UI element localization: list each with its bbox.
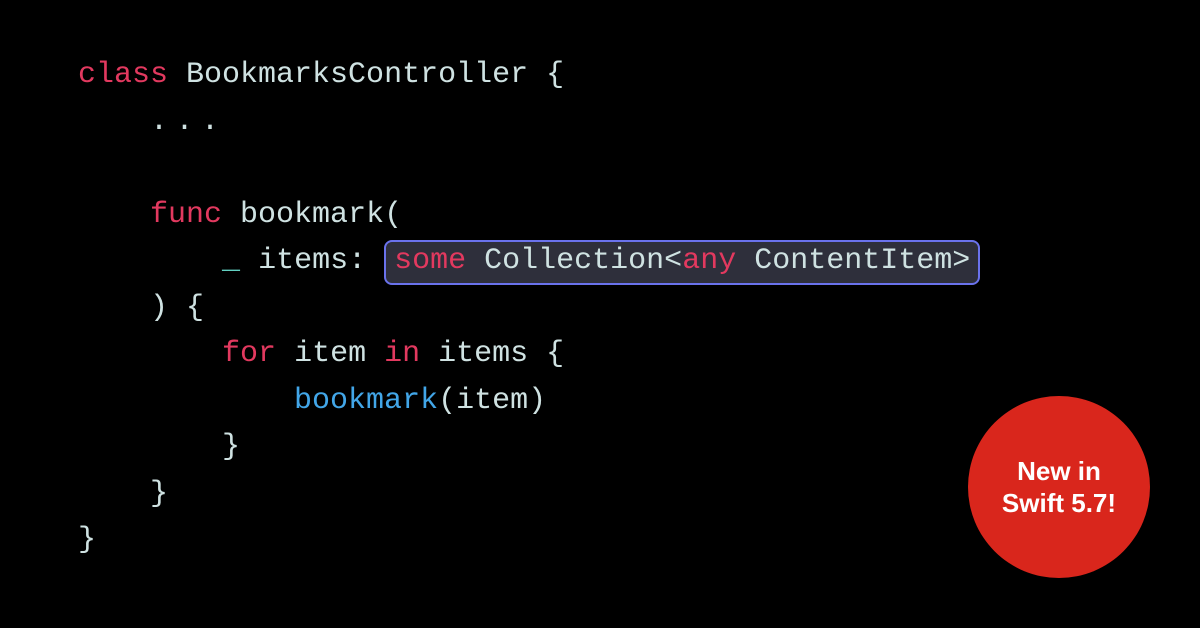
highlight-box: some Collection<any ContentItem> <box>384 240 980 285</box>
angle-close: > <box>952 244 970 278</box>
type-collection: Collection <box>484 244 664 278</box>
underscore: _ <box>222 244 240 278</box>
paren-close: ) <box>150 291 168 325</box>
paren-open: ( <box>384 198 402 232</box>
loop-var: item <box>294 337 366 371</box>
brace-close-2: } <box>150 477 168 511</box>
param-name: items <box>258 244 348 278</box>
keyword-any: any <box>682 244 736 278</box>
keyword-for: for <box>222 337 276 371</box>
code-block: class BookmarksController { ... func boo… <box>78 52 980 564</box>
call-paren-open: ( <box>438 384 456 418</box>
ellipsis: ... <box>150 105 227 139</box>
type-name: BookmarksController <box>186 58 528 92</box>
brace-open: { <box>546 58 564 92</box>
new-in-swift-badge: New in Swift 5.7! <box>968 396 1150 578</box>
keyword-some: some <box>394 244 466 278</box>
call-paren-close: ) <box>528 384 546 418</box>
func-def-name: bookmark <box>240 198 384 232</box>
keyword-in: in <box>384 337 420 371</box>
brace-open-2: { <box>186 291 204 325</box>
brace-close: } <box>78 523 96 557</box>
angle-open: < <box>664 244 682 278</box>
func-call: bookmark <box>294 384 438 418</box>
call-arg: item <box>456 384 528 418</box>
keyword-class: class <box>78 58 168 92</box>
brace-close-3: } <box>222 430 240 464</box>
type-contentitem: ContentItem <box>754 244 952 278</box>
loop-collection: items <box>438 337 528 371</box>
colon: : <box>348 244 366 278</box>
badge-line-1: New in <box>1017 455 1101 488</box>
brace-open-3: { <box>546 337 564 371</box>
keyword-func: func <box>150 198 222 232</box>
badge-line-2: Swift 5.7! <box>1002 487 1116 520</box>
